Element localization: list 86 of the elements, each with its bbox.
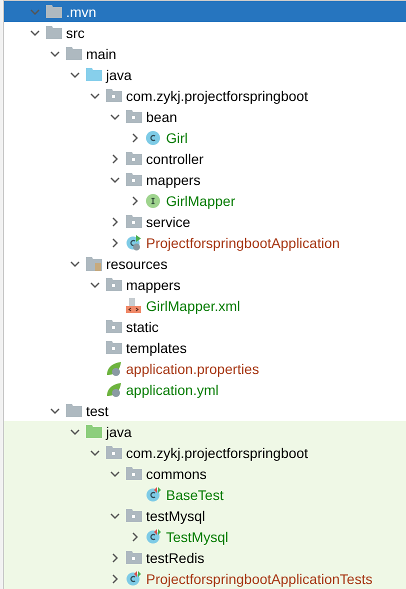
tree-item-label: GirlMapper bbox=[166, 194, 236, 208]
collapse-chevron-icon[interactable] bbox=[110, 510, 120, 520]
expand-chevron-icon[interactable] bbox=[110, 238, 120, 248]
tree-row[interactable]: testRedis bbox=[4, 547, 406, 568]
collapse-chevron-icon[interactable] bbox=[110, 468, 120, 478]
tree-item-label: .mvn bbox=[66, 4, 96, 18]
expand-chevron-icon[interactable] bbox=[130, 532, 140, 542]
tree-item-label: java bbox=[106, 68, 132, 82]
package-icon bbox=[106, 278, 122, 291]
tree-item-label: testMysql bbox=[146, 508, 206, 522]
tree-row[interactable]: commons bbox=[4, 463, 406, 484]
tree-item-label: service bbox=[146, 214, 190, 228]
tree-item-label: com.zykj.projectforspringboot bbox=[126, 446, 308, 460]
package-icon bbox=[126, 467, 142, 480]
tree-item-label: bean bbox=[146, 110, 178, 124]
test-class-icon bbox=[146, 529, 161, 544]
tree-item-label: commons bbox=[146, 466, 207, 480]
tree-item-label: resources bbox=[106, 256, 168, 270]
resources-folder-icon bbox=[86, 256, 102, 270]
collapse-chevron-icon[interactable] bbox=[90, 280, 100, 290]
expand-chevron-icon[interactable] bbox=[130, 196, 140, 206]
package-icon bbox=[126, 110, 142, 123]
collapse-chevron-icon[interactable] bbox=[70, 70, 80, 80]
tree-item-label: ProjectforspringbootApplication bbox=[146, 236, 340, 250]
tree-item-label: templates bbox=[126, 340, 187, 354]
tree-item-label: testRedis bbox=[146, 550, 204, 564]
collapse-chevron-icon[interactable] bbox=[70, 426, 80, 436]
tree-item-label: mappers bbox=[126, 278, 180, 292]
tree-row[interactable]: BaseTest bbox=[4, 484, 406, 505]
tree-item-label: GirlMapper.xml bbox=[146, 298, 240, 312]
folder-icon bbox=[86, 425, 102, 438]
collapse-chevron-icon[interactable] bbox=[30, 28, 40, 38]
expand-chevron-icon[interactable] bbox=[110, 574, 120, 584]
tree-item-label: Girl bbox=[166, 130, 188, 144]
spring-config-icon bbox=[106, 382, 122, 398]
tree-item-label: ProjectforspringbootApplicationTests bbox=[146, 572, 372, 586]
tree-row[interactable]: ProjectforspringbootApplicationTests bbox=[4, 568, 406, 589]
tree-item-label: com.zykj.projectforspringboot bbox=[126, 88, 308, 102]
folder-icon bbox=[46, 5, 62, 18]
expand-chevron-icon[interactable] bbox=[110, 216, 120, 226]
package-icon bbox=[106, 320, 122, 333]
package-icon bbox=[106, 341, 122, 354]
collapse-chevron-icon[interactable] bbox=[110, 112, 120, 122]
tree-item-label: test bbox=[86, 404, 109, 418]
folder-icon bbox=[46, 26, 62, 39]
folder-icon bbox=[66, 404, 82, 417]
collapse-chevron-icon[interactable] bbox=[50, 48, 60, 58]
tree-item-label: application.yml bbox=[126, 382, 219, 396]
collapse-chevron-icon[interactable] bbox=[70, 258, 80, 268]
package-icon bbox=[126, 509, 142, 522]
tree-item-label: TestMysql bbox=[166, 530, 228, 544]
test-class-icon bbox=[126, 571, 141, 586]
collapse-chevron-icon[interactable] bbox=[90, 90, 100, 100]
expand-chevron-icon[interactable] bbox=[130, 132, 140, 142]
tree-row[interactable]: testMysql bbox=[4, 505, 406, 526]
tree-row[interactable]: TestMysql bbox=[4, 526, 406, 547]
class-icon bbox=[146, 130, 160, 144]
tree-row[interactable]: .mvn bbox=[4, 1, 406, 22]
tree-item-label: java bbox=[106, 424, 132, 438]
tree-item-label: controller bbox=[146, 152, 204, 166]
collapse-chevron-icon[interactable] bbox=[110, 174, 120, 184]
folder-icon bbox=[66, 47, 82, 60]
package-icon bbox=[126, 215, 142, 228]
tree-item-label: BaseTest bbox=[166, 488, 224, 502]
interface-icon bbox=[146, 194, 160, 208]
expand-chevron-icon[interactable] bbox=[110, 154, 120, 164]
tree-item-label: static bbox=[126, 320, 159, 334]
folder-icon bbox=[86, 68, 102, 81]
collapse-chevron-icon[interactable] bbox=[50, 406, 60, 416]
tree-item-label: application.properties bbox=[126, 362, 260, 376]
package-icon bbox=[106, 89, 122, 102]
collapse-chevron-icon[interactable] bbox=[90, 448, 100, 458]
package-icon bbox=[126, 551, 142, 564]
tree-item-label: mappers bbox=[146, 172, 200, 186]
tree-item-label: main bbox=[86, 46, 116, 60]
tree-item-label: src bbox=[66, 26, 85, 40]
spring-config-icon bbox=[106, 360, 122, 376]
xml-file-icon bbox=[126, 298, 142, 313]
test-class-icon bbox=[146, 487, 161, 502]
package-icon bbox=[126, 152, 142, 165]
tree-row[interactable]: com.zykj.projectforspringboot bbox=[4, 442, 406, 463]
package-icon bbox=[126, 173, 142, 186]
expand-chevron-icon[interactable] bbox=[110, 552, 120, 562]
tree-row[interactable]: java bbox=[4, 421, 406, 442]
spring-class-icon bbox=[126, 234, 142, 250]
package-icon bbox=[106, 446, 122, 459]
